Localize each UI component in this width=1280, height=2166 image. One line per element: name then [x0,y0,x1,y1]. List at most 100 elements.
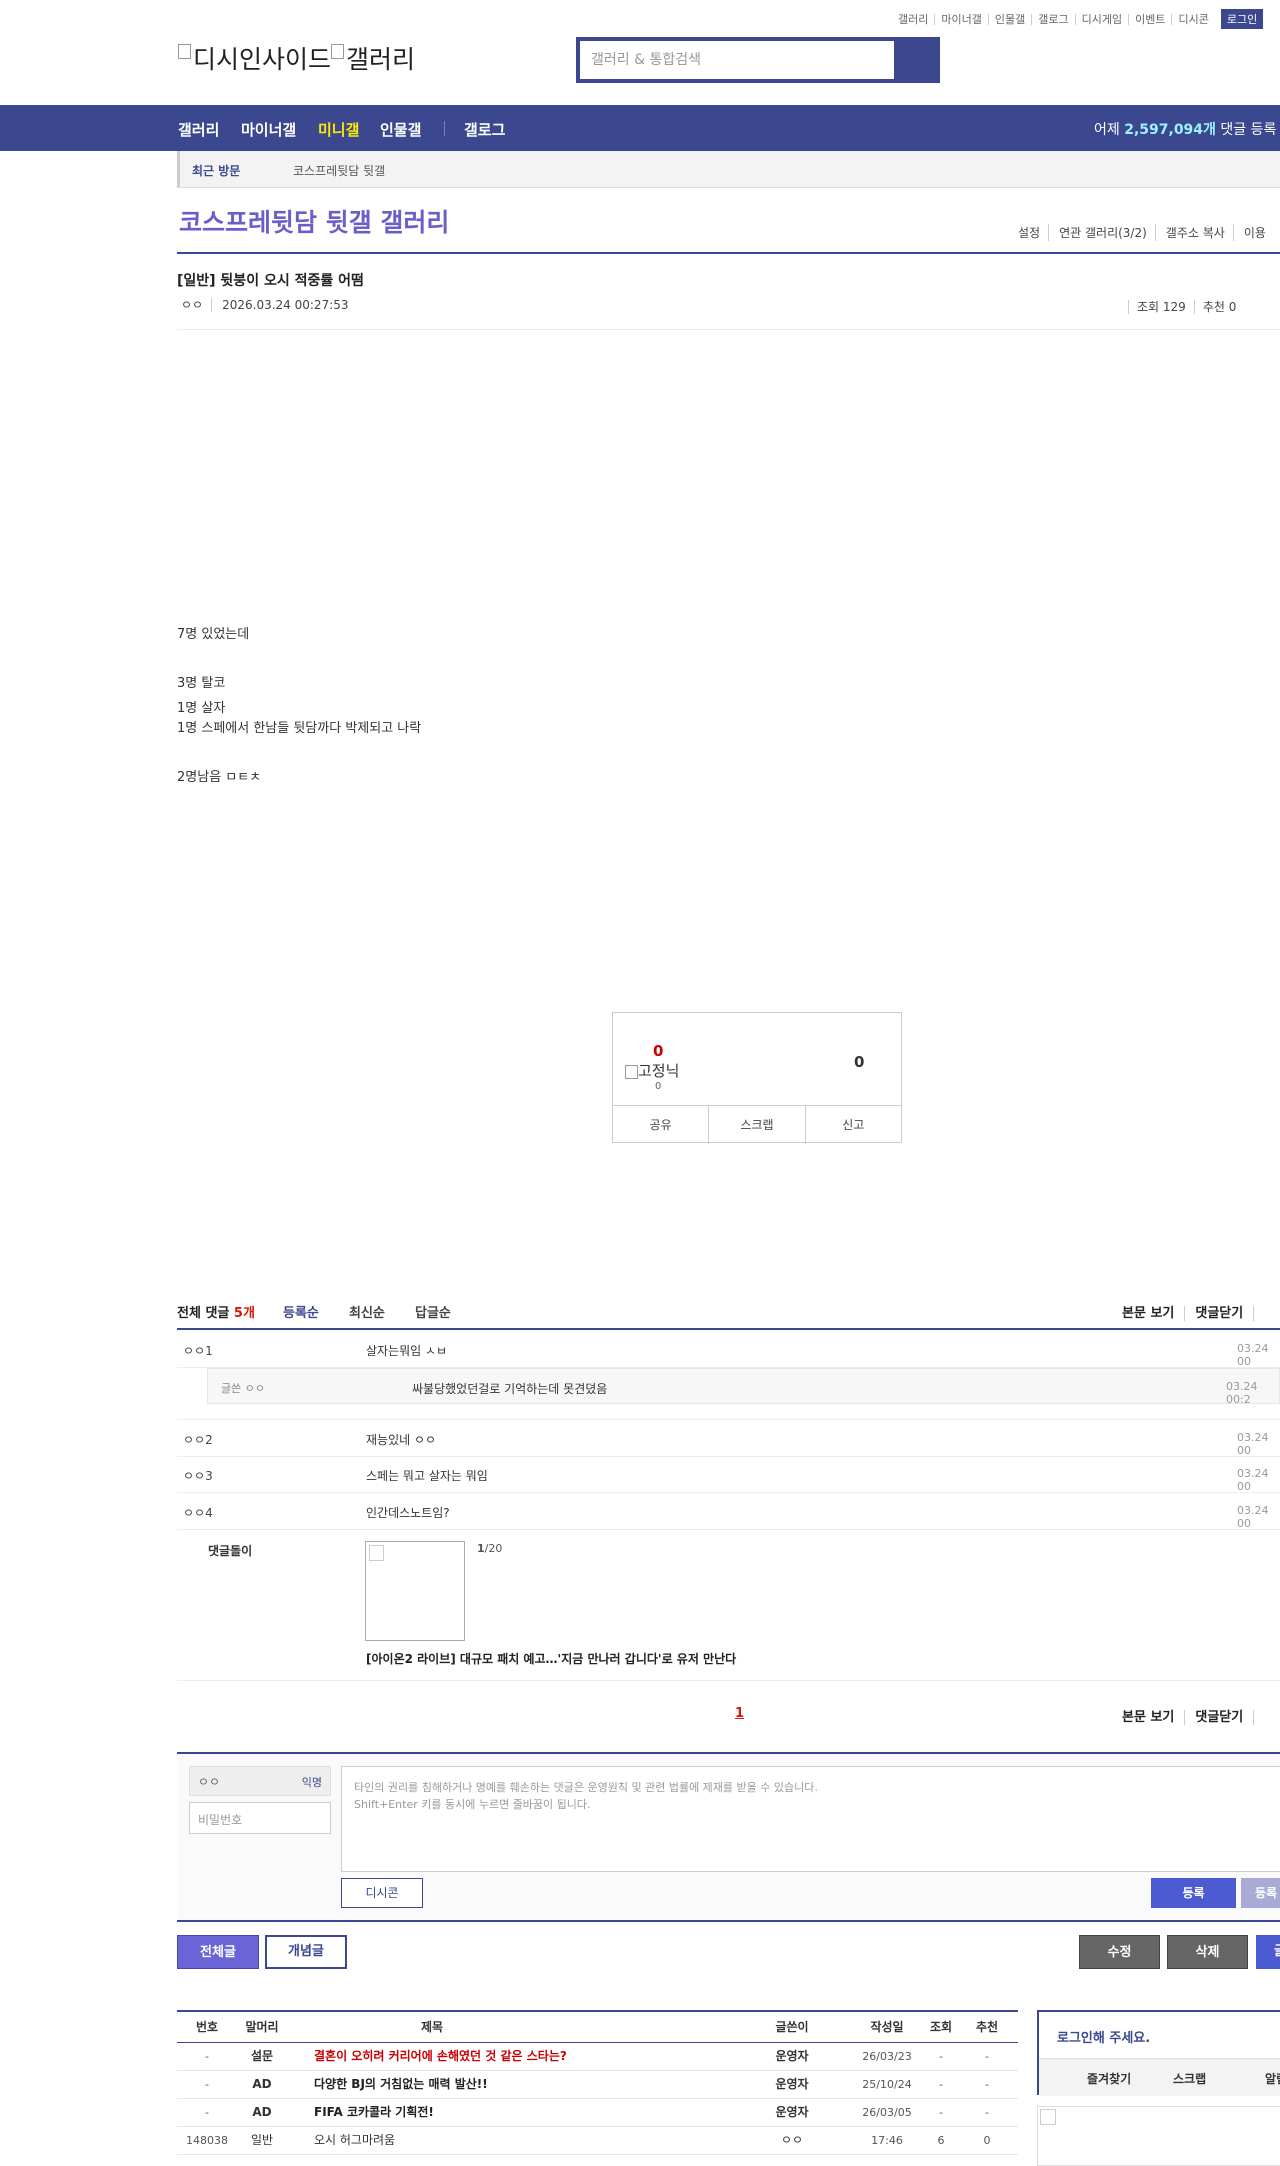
row-title[interactable]: 다양한 BJ의 거침없는 매력 발산!! [314,2071,488,2098]
fixed-nick-upvote[interactable]: 고정닉 [625,1060,679,1081]
close-comments-button[interactable]: 댓글닫기 [1184,1306,1254,1321]
row-views: - [939,2106,943,2119]
view-post-button[interactable]: 본문 보기 [1122,1306,1184,1321]
util-link-gallery[interactable]: 갤러리 [892,14,934,25]
report-button[interactable]: 신고 [804,1106,901,1144]
comment-submit-button[interactable]: 등록 [1151,1878,1236,1908]
nav-gallery[interactable]: 갤러리 [178,119,219,140]
password-field[interactable]: 비밀번호 [189,1802,331,1834]
login-box-links: 즐겨찾기 스크랩 알림 [1039,2058,1280,2096]
comment-nick[interactable]: ㅇㅇ3 [183,1467,213,1484]
logo-alt-text-2: 갤러리 [346,45,416,74]
nav-minor[interactable]: 마이너갤 [241,119,296,140]
comment-bot-thumbnail[interactable] [365,1541,465,1641]
recommended-posts-button[interactable]: 개념글 [265,1935,347,1969]
close-comments-button[interactable]: 댓글닫기 [1184,1710,1254,1725]
view-post-button[interactable]: 본문 보기 [1122,1710,1184,1725]
copy-address-link[interactable]: 갤주소 복사 [1154,224,1233,241]
downvote-count[interactable]: 0 [854,1053,864,1071]
row-writer[interactable]: 운영자 [747,2099,837,2126]
comment-page-1[interactable]: 1 [735,1706,744,1721]
login-prompt[interactable]: 로그인해 주세요. [1057,2027,1150,2046]
sort-registered[interactable]: 등록순 [283,1302,319,1321]
related-gallery-link[interactable]: 연관 갤러리(3/2) [1048,224,1155,241]
nav-mini[interactable]: 미니갤 [318,119,359,140]
comment-row: ㅇㅇ4 인간데스노트임? 03.24 00 [177,1493,1280,1530]
row-writer[interactable]: 운영자 [747,2071,837,2098]
row-recommend: 0 [983,2134,991,2147]
gallery-title[interactable]: 코스프레뒷담 뒷갤 갤러리 [179,203,449,239]
upvote-count[interactable]: 0 [653,1042,663,1060]
comment-text: 스페는 뭐고 살자는 뭐임 [366,1469,488,1483]
favorites-link[interactable]: 즐겨찾기 [1087,2070,1131,2087]
edit-button[interactable]: 수정 [1079,1935,1160,1969]
table-row[interactable]: - 설문 결혼이 오히려 커리어에 손해였던 것 같은 스타는? 운영자 26/… [177,2043,1018,2071]
row-date: 26/03/05 [862,2106,912,2119]
comment-reply: 글쓴 ㅇㅇ 싸불당했었던걸로 기억하는데 못견뎠음 03.24 00:2 [207,1368,1280,1406]
comment-textarea[interactable]: 타인의 권리를 침해하거나 명예를 훼손하는 댓글은 운영원칙 및 관련 법률에… [341,1766,1280,1872]
recent-gallery-link[interactable]: 코스프레뒷담 뒷갤 [293,162,385,179]
gallery-options: 설정 연관 갤러리(3/2) 갤주소 복사 이용 [1008,224,1274,241]
nickname-value: ㅇㅇ [198,1775,221,1789]
row-date: 25/10/24 [862,2078,912,2091]
dccon-button[interactable]: 디시콘 [341,1878,423,1908]
comment-bot-headline[interactable]: [아이온2 라이브] 대규모 패치 예고…'지금 만나러 갑니다'로 유저 만난… [366,1650,736,1667]
comment-bot-label: 댓글돌이 [208,1544,253,1558]
util-link-gallog[interactable]: 갤로그 [1031,13,1074,25]
table-row[interactable]: - AD FIFA 코카콜라 기획전! 운영자 26/03/05 - - [177,2099,1018,2127]
row-views: 6 [937,2134,945,2147]
comment-nick[interactable]: ㅇㅇ1 [183,1342,213,1359]
row-title[interactable]: FIFA 코카콜라 기획전! [314,2099,434,2126]
row-title[interactable]: 오시 허그마려움 [314,2127,395,2154]
nickname-field[interactable]: ㅇㅇ 익명 [189,1766,331,1796]
delete-button[interactable]: 삭제 [1167,1935,1248,1969]
post-line: 2명남음 ㅁㅌㅊ [177,770,262,785]
util-link-dccon[interactable]: 디시콘 [1171,13,1214,25]
all-posts-button[interactable]: 전체글 [177,1935,259,1969]
search-button[interactable] [894,41,936,79]
row-writer[interactable]: 운영자 [747,2043,837,2070]
sort-replies[interactable]: 답글순 [415,1302,451,1321]
side-banner[interactable] [1037,2106,1280,2166]
util-link-dcgame[interactable]: 디시게임 [1074,13,1128,25]
nav-person[interactable]: 인물갤 [380,119,421,140]
post-title: [일반] 뒷붕이 오시 적중률 어떰 [177,273,364,289]
reply-text: 싸불당했었던걸로 기억하는데 못견뎠음 [412,1382,608,1396]
row-writer[interactable]: ㅇㅇ [747,2127,837,2154]
share-button[interactable]: 공유 [613,1106,708,1144]
util-link-event[interactable]: 이벤트 [1128,13,1171,25]
comment-text: 재능있네 ㅇㅇ [366,1433,437,1447]
alarm-link[interactable]: 알림 [1265,2070,1280,2087]
comment-submit-with-recommend-button[interactable]: 등록 [1241,1878,1280,1908]
nav-gallog[interactable]: 갤로그 [464,119,505,140]
scrap-button[interactable]: 스크랩 [708,1106,804,1144]
util-link-minor[interactable]: 마이너갤 [934,13,987,25]
comment-nick[interactable]: ㅇㅇ4 [183,1504,213,1521]
scrap-link[interactable]: 스크랩 [1173,2070,1206,2087]
fixed-nick-count: 0 [655,1081,662,1092]
stat-prefix: 어제 [1094,122,1120,138]
reply-date: 03.24 00:2 [1226,1380,1258,1406]
row-title[interactable]: 결혼이 오히려 커리어에 손해였던 것 같은 스타는? [314,2043,567,2070]
usage-link[interactable]: 이용 [1232,224,1274,241]
reply-nick[interactable]: 글쓴 ㅇㅇ [221,1380,265,1396]
table-row[interactable]: 148038 일반 오시 허그마려움 ㅇㅇ 17:46 6 0 [177,2127,1018,2155]
anonymous-badge: 익명 [301,1776,322,1789]
search-input[interactable]: 갤러리 & 통합검색 [580,41,894,79]
comment-total: 전체 댓글 5개 [177,1302,255,1321]
col-date: 작성일 [870,2020,904,2034]
write-button[interactable]: 글 [1256,1935,1280,1969]
table-row[interactable]: - AD 다양한 BJ의 거침없는 매력 발산!! 운영자 25/10/24 -… [177,2071,1018,2099]
comment-nick[interactable]: ㅇㅇ2 [183,1431,213,1448]
gallery-settings-link[interactable]: 설정 [1008,224,1048,241]
site-logo[interactable]: 디시인사이드 갤러리 [178,40,415,76]
row-head: 설문 [250,2049,274,2063]
comment-row: ㅇㅇ2 재능있네 ㅇㅇ 03.24 00 [177,1419,1280,1457]
row-number: - [205,2050,209,2063]
login-button[interactable]: 로그인 [1220,9,1264,29]
sort-latest[interactable]: 최신순 [349,1302,385,1321]
util-link-person[interactable]: 인물갤 [987,13,1031,25]
col-writer: 글쓴이 [775,2020,809,2034]
post-views: 조회 129 [1128,300,1194,314]
post-author[interactable]: ㅇㅇ [181,298,203,312]
